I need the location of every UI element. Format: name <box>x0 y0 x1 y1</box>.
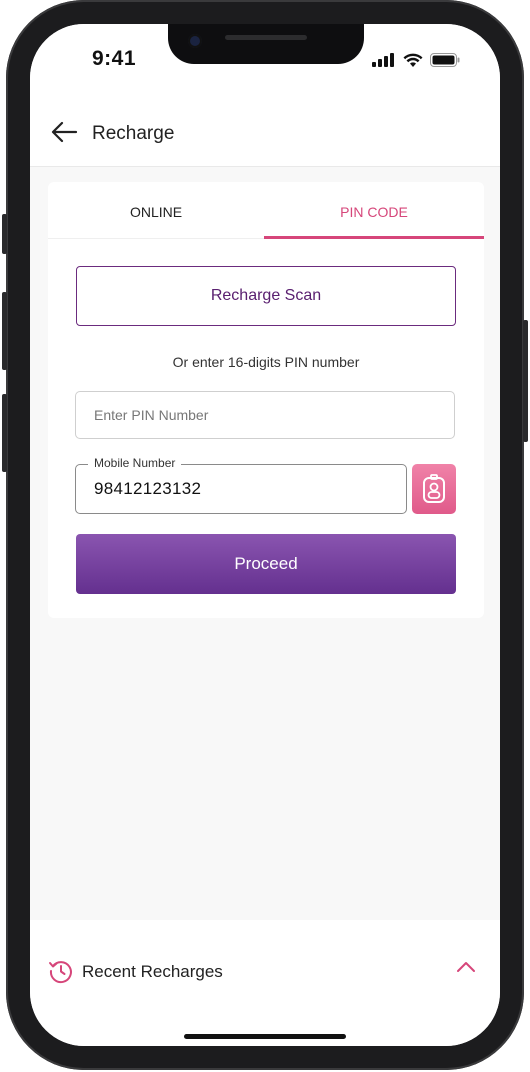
mobile-number-field[interactable]: Mobile Number 98412123132 <box>75 456 407 514</box>
recharge-scan-button[interactable]: Recharge Scan <box>76 266 456 326</box>
active-tab-indicator <box>264 236 484 239</box>
chevron-up-icon[interactable] <box>456 960 476 974</box>
tab-pin-code[interactable]: PIN CODE <box>264 182 484 238</box>
status-time: 9:41 <box>92 47 137 70</box>
tab-bar: ONLINE PIN CODE <box>48 182 484 239</box>
recent-recharges-label: Recent Recharges <box>82 962 223 981</box>
battery-icon <box>430 53 460 67</box>
pin-instruction-text: Or enter 16-digits PIN number <box>172 354 360 370</box>
home-indicator[interactable] <box>184 1034 346 1039</box>
recharge-card: ONLINE PIN CODE Recharge Scan Or enter 1… <box>48 182 484 618</box>
side-button-mute <box>2 214 7 254</box>
app-header: Recharge <box>30 96 500 167</box>
history-icon <box>49 961 72 984</box>
status-icons <box>372 52 460 68</box>
page-title: Recharge <box>92 123 175 144</box>
side-button-volume-down <box>2 394 7 472</box>
signal-icon <box>372 53 394 67</box>
mobile-number-value[interactable]: 98412123132 <box>94 479 201 499</box>
speaker <box>225 35 307 40</box>
side-button-power <box>523 320 528 442</box>
tab-online[interactable]: ONLINE <box>48 182 264 238</box>
phone-screen: 9:41 Recharge ONLINE PIN CODE Recharge S… <box>30 24 500 1046</box>
pin-number-input[interactable] <box>75 391 455 439</box>
proceed-button[interactable]: Proceed <box>76 534 456 594</box>
mobile-number-label: Mobile Number <box>88 456 182 470</box>
recent-recharges-bar[interactable]: Recent Recharges <box>30 920 500 1046</box>
back-arrow-icon[interactable] <box>50 120 78 144</box>
wifi-icon <box>403 53 423 67</box>
contact-book-icon <box>423 474 445 503</box>
front-camera <box>188 34 202 48</box>
contact-picker-button[interactable] <box>412 464 456 514</box>
side-button-volume-up <box>2 292 7 370</box>
